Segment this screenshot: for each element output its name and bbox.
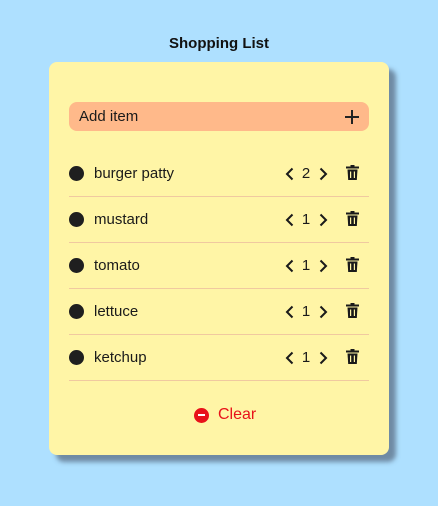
trash-icon[interactable] bbox=[346, 165, 359, 185]
clear-label: Clear bbox=[218, 406, 257, 423]
trash-icon[interactable] bbox=[346, 349, 359, 369]
increase-chevron-right-icon[interactable] bbox=[317, 258, 329, 274]
list-item: ketchup 1 bbox=[69, 335, 369, 381]
trash-icon[interactable] bbox=[346, 257, 359, 277]
page-title: Shopping List bbox=[169, 35, 269, 52]
list-item: mustard 1 bbox=[69, 197, 369, 243]
bullet-icon bbox=[69, 350, 84, 365]
item-list: burger patty 2 mustard 1 tomato 1 lettuc… bbox=[69, 151, 369, 381]
item-name: mustard bbox=[94, 211, 149, 228]
plus-icon bbox=[345, 109, 359, 124]
decrease-chevron-left-icon[interactable] bbox=[283, 350, 295, 366]
shopping-list-card: Add item burger patty 2 mustard 1 tomato… bbox=[49, 62, 389, 455]
bullet-icon bbox=[69, 212, 84, 227]
add-item-label: Add item bbox=[79, 108, 139, 125]
trash-icon[interactable] bbox=[346, 303, 359, 323]
quantity-value: 1 bbox=[301, 257, 311, 274]
list-item: tomato 1 bbox=[69, 243, 369, 289]
bullet-icon bbox=[69, 304, 84, 319]
item-name: tomato bbox=[94, 257, 140, 274]
increase-chevron-right-icon[interactable] bbox=[317, 166, 329, 182]
quantity-stepper: 1 bbox=[283, 243, 329, 288]
increase-chevron-right-icon[interactable] bbox=[317, 304, 329, 320]
decrease-chevron-left-icon[interactable] bbox=[283, 304, 295, 320]
quantity-stepper: 1 bbox=[283, 335, 329, 380]
increase-chevron-right-icon[interactable] bbox=[317, 350, 329, 366]
quantity-value: 1 bbox=[301, 303, 311, 320]
list-item: burger patty 2 bbox=[69, 151, 369, 197]
quantity-stepper: 2 bbox=[283, 151, 329, 196]
quantity-value: 2 bbox=[301, 165, 311, 182]
trash-icon[interactable] bbox=[346, 211, 359, 231]
clear-button[interactable]: Clear bbox=[194, 406, 256, 424]
item-name: burger patty bbox=[94, 165, 175, 182]
item-name: ketchup bbox=[94, 349, 147, 366]
increase-chevron-right-icon[interactable] bbox=[317, 212, 329, 228]
quantity-value: 1 bbox=[301, 349, 311, 366]
decrease-chevron-left-icon[interactable] bbox=[283, 258, 295, 274]
decrease-chevron-left-icon[interactable] bbox=[283, 166, 295, 182]
bullet-icon bbox=[69, 166, 84, 181]
list-item: lettuce 1 bbox=[69, 289, 369, 335]
minus-circle-icon bbox=[194, 407, 209, 423]
quantity-value: 1 bbox=[301, 211, 311, 228]
quantity-stepper: 1 bbox=[283, 289, 329, 334]
bullet-icon bbox=[69, 258, 84, 273]
decrease-chevron-left-icon[interactable] bbox=[283, 212, 295, 228]
quantity-stepper: 1 bbox=[283, 197, 329, 242]
item-name: lettuce bbox=[94, 303, 139, 320]
add-item-button[interactable]: Add item bbox=[69, 102, 369, 131]
